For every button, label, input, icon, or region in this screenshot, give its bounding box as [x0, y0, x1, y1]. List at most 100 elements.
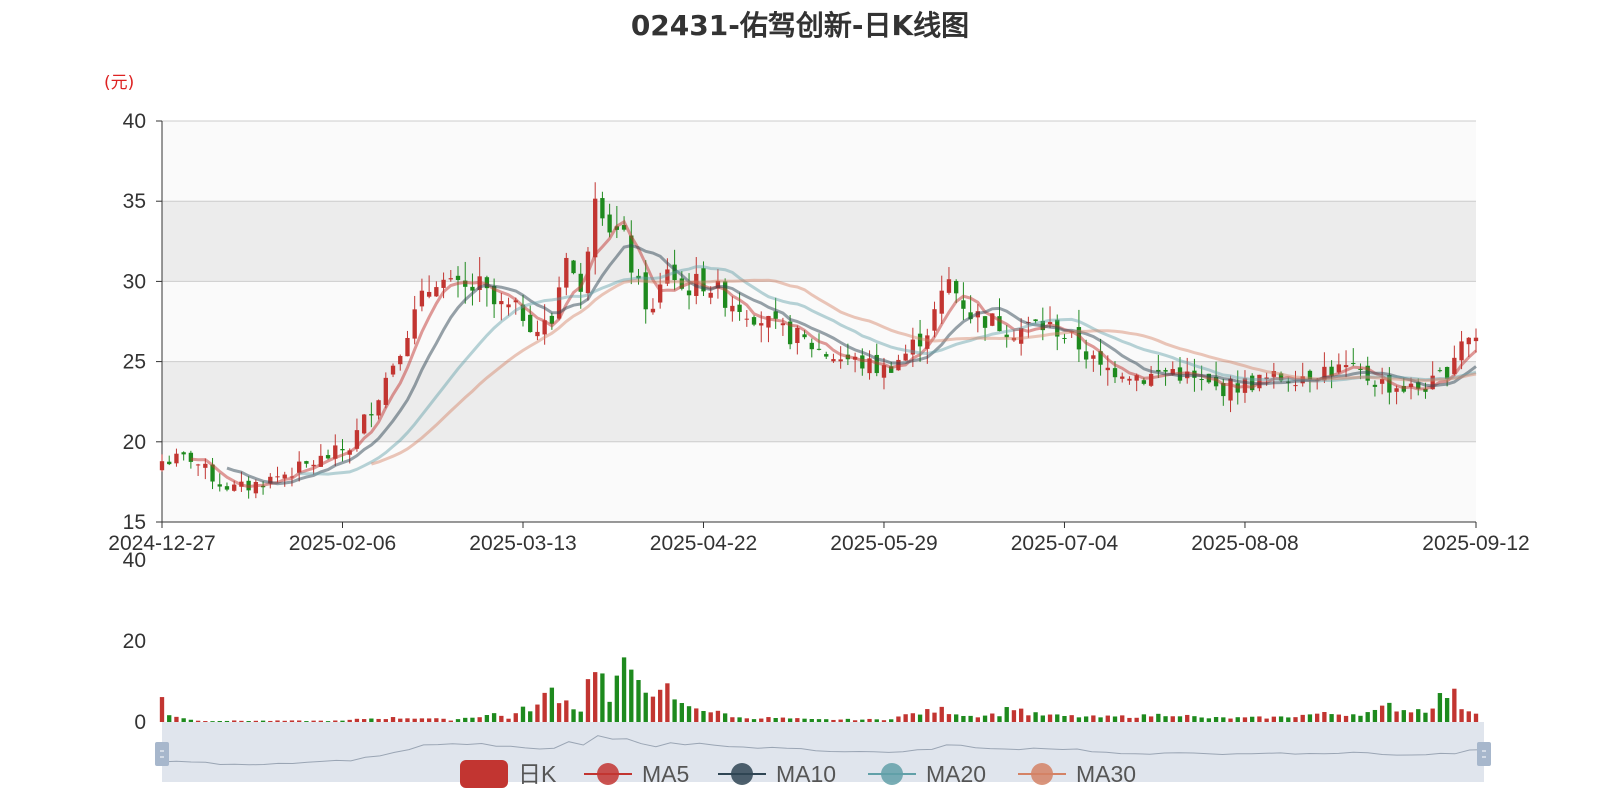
volume-bar	[1444, 698, 1450, 722]
volume-bar	[448, 720, 453, 722]
volume-bar	[1091, 715, 1096, 722]
candle-body	[159, 461, 165, 471]
volume-bar	[1257, 716, 1262, 722]
candle-body	[1372, 384, 1378, 387]
candle-body	[1127, 378, 1132, 381]
volume-bar	[217, 720, 222, 722]
volume-bar	[1134, 717, 1139, 722]
y-tick-label: 20	[123, 431, 146, 454]
volume-bar	[708, 712, 713, 722]
candle-body	[1437, 370, 1443, 372]
x-tick-label: 2025-04-22	[650, 532, 757, 555]
candle-body	[831, 359, 836, 362]
grid-bands	[162, 121, 1476, 522]
candle-body	[903, 353, 908, 361]
volume-bar	[1250, 716, 1255, 722]
candle-body	[1091, 355, 1096, 359]
candle-body	[419, 290, 425, 307]
volume-bar	[535, 704, 540, 722]
legend-label: MA20	[926, 761, 986, 787]
volume-bar	[816, 719, 822, 722]
volume-bar	[961, 715, 966, 722]
volume-bar	[665, 683, 670, 722]
candle-body	[982, 316, 988, 328]
volume-bar	[203, 721, 208, 722]
volume-bar	[982, 715, 988, 722]
volume-bar	[650, 696, 656, 722]
candle-body	[1120, 376, 1125, 379]
candle-body	[369, 414, 374, 416]
volume-bar	[946, 714, 952, 722]
volume-bar	[1408, 712, 1414, 722]
volume-bar	[1026, 715, 1031, 722]
volume-bar	[1271, 716, 1277, 722]
volume-bar	[1055, 714, 1060, 722]
volume-bar	[1264, 718, 1269, 722]
volume-bar	[1105, 715, 1110, 722]
volume-bar	[932, 712, 937, 722]
candle-body	[607, 214, 612, 233]
x-tick-label: 2025-08-08	[1191, 532, 1298, 555]
slider-handle-right[interactable]	[1477, 742, 1491, 766]
volume-bar	[304, 721, 309, 722]
candle-body	[824, 354, 829, 357]
candle-body	[174, 453, 179, 464]
candle-body	[1033, 319, 1038, 322]
candle-body	[946, 279, 952, 293]
candle-body	[838, 359, 843, 362]
volume-bar	[629, 669, 634, 722]
volume-bar	[852, 720, 858, 722]
volume-bar	[744, 718, 749, 722]
volume-bar	[593, 672, 598, 722]
volume-bar	[390, 717, 396, 722]
volume-bar	[657, 689, 663, 722]
candle-body	[744, 318, 749, 320]
volume-bar	[311, 720, 316, 722]
volume-bar	[1351, 714, 1356, 722]
volume-bar	[845, 718, 851, 722]
volume-bar	[1148, 716, 1154, 722]
volume-bar	[1127, 717, 1132, 722]
volume-bar	[549, 687, 555, 722]
candle-body	[1105, 367, 1110, 371]
candle-body	[426, 291, 432, 297]
candle-body	[751, 317, 757, 325]
candle-body	[1112, 368, 1118, 378]
volume-bar	[722, 713, 728, 722]
volume-bar	[686, 706, 692, 722]
volume-bar	[513, 713, 518, 722]
slider-handle-left[interactable]	[155, 742, 169, 766]
candle-body	[809, 342, 814, 350]
candle-body	[816, 348, 822, 350]
volume-bar	[520, 706, 526, 722]
candle-body	[737, 304, 742, 312]
candle-body	[1394, 388, 1399, 392]
volume-bar	[679, 703, 684, 722]
candle-body	[195, 464, 201, 466]
volume-bar	[224, 720, 230, 722]
candle-body	[600, 198, 605, 219]
volume-bar	[917, 714, 923, 722]
volume-bar	[1141, 714, 1147, 722]
volume-bar	[1379, 705, 1385, 722]
volume-bar	[867, 718, 872, 722]
volume-bar	[1358, 715, 1363, 722]
volume-bar	[210, 721, 215, 722]
volume-bar	[412, 718, 417, 722]
volume-bar	[1098, 717, 1103, 722]
candle-body	[448, 278, 453, 280]
volume-bar	[354, 718, 360, 722]
x-tick-label: 2025-03-13	[469, 532, 576, 555]
volume-bar	[361, 719, 367, 722]
volume-bar	[1047, 714, 1053, 722]
candle-body	[686, 290, 692, 296]
volume-bars: 0 20 40	[123, 549, 1479, 734]
volume-bar	[491, 713, 497, 722]
volume-bar	[369, 718, 374, 722]
candle-body	[383, 377, 388, 405]
volume-bar	[787, 718, 793, 722]
candle-body	[708, 292, 713, 298]
volume-bar	[874, 719, 879, 722]
volume-bar	[506, 718, 511, 722]
candle-body	[390, 365, 396, 375]
